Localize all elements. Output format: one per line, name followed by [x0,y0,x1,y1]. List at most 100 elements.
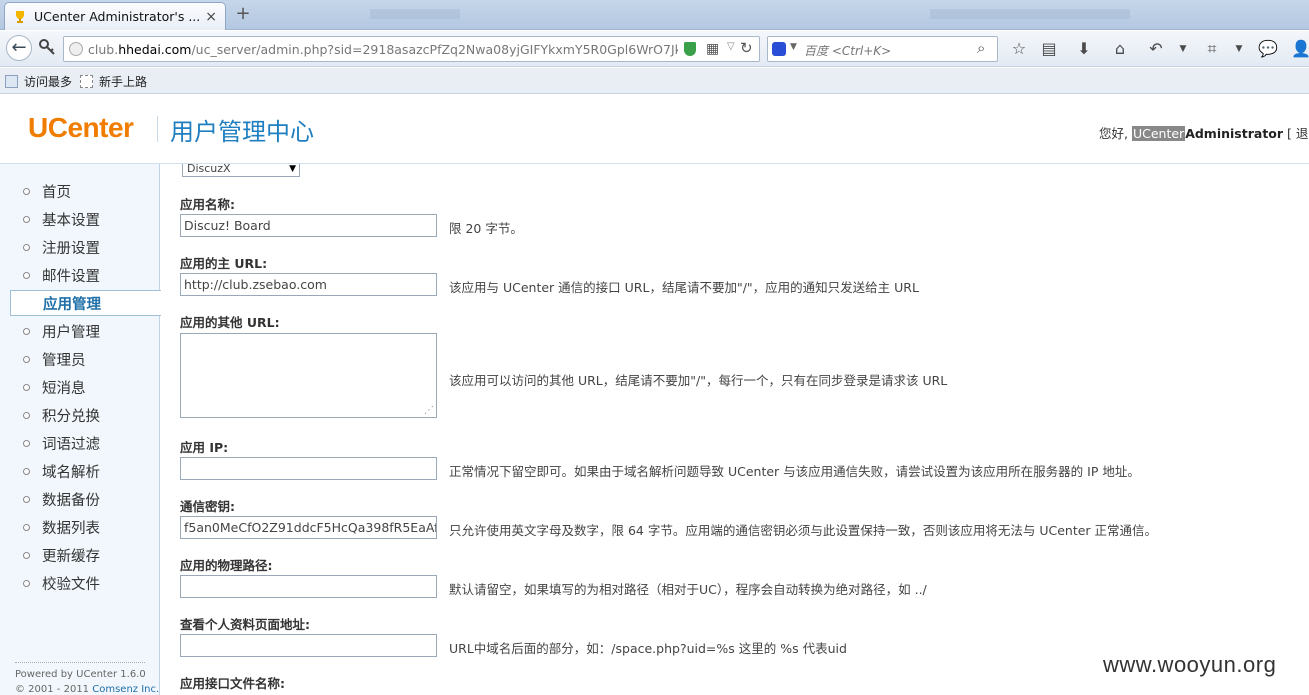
sidebar-item-verify-files[interactable]: 校验文件 [10,570,160,596]
address-bar[interactable]: club.hhedai.com/uc_server/admin.php?sid=… [63,36,760,62]
sidebar-item-data-list[interactable]: 数据列表 [10,514,160,540]
home-icon[interactable]: ⌂ [1109,38,1131,60]
sidebar-item-user-management[interactable]: 用户管理 [10,318,160,344]
trophy-favicon-icon [16,10,24,23]
qr-code-icon[interactable]: ▦ [706,41,719,57]
bullet-icon [23,383,30,391]
comm-key-label: 通信密钥: [180,499,235,514]
download-arrow-icon[interactable]: ⬇ [1073,38,1095,60]
user-highlight: UCenter [1131,126,1186,141]
user-account-icon[interactable]: 👤 [1290,38,1309,60]
profile-url-label: 查看个人资料页面地址: [180,617,310,632]
other-url-textarea[interactable]: ⋰ [180,333,437,418]
sidebar-item-administrators[interactable]: 管理员 [10,346,160,372]
bullet-icon [23,411,30,419]
sidebar-item-credit-exchange[interactable]: 积分兑换 [10,402,160,428]
faded-tab-ghost [370,9,460,19]
api-filename-label: 应用接口文件名称: [180,676,285,691]
physical-path-input[interactable] [180,575,437,598]
bookmarks-list-icon[interactable]: ▤ [1038,38,1060,60]
profile-url-hint: URL中域名后面的部分，如：/space.php?uid=%s 这里的 %s 代… [449,641,847,656]
navigation-toolbar: ← club.hhedai.com/uc_server/admin.php?si… [0,31,1309,67]
bookmark-getting-started[interactable]: 新手上路 [80,73,147,90]
comm-key-input[interactable]: f5an0MeCfO2Z91ddcF5HcQa398fR5EaAf [180,516,437,539]
security-shield-icon [684,42,696,56]
bookmark-folder-icon [5,75,18,88]
bullet-icon [23,439,30,447]
chevron-down-icon: ▼ [289,164,296,174]
main-url-label: 应用的主 URL: [180,256,268,271]
url-text[interactable]: club.hhedai.com/uc_server/admin.php?sid=… [88,42,678,57]
user-name: Administrator [1185,126,1284,141]
bullet-icon [23,523,30,531]
logout-link[interactable]: [ 退出 [1283,126,1309,141]
other-url-label: 应用的其他 URL: [180,315,280,330]
faded-tab-ghost [930,9,1130,19]
profile-url-input[interactable] [180,634,437,657]
app-name-hint: 限 20 字节。 [449,221,523,236]
sidebar-item-mail-settings[interactable]: 邮件设置 [10,262,160,288]
app-ip-label: 应用 IP: [180,440,229,455]
bullet-icon [23,467,30,475]
screenshot-crop-icon[interactable]: ⌗ [1201,38,1223,60]
logo-divider [157,116,158,142]
crop-dropdown-icon[interactable]: ▼ [1228,38,1250,60]
sidebar-item-basic-settings[interactable]: 基本设置 [10,206,160,232]
back-arrow-icon[interactable]: ← [6,35,32,61]
ucenter-logo[interactable]: UCenter [28,112,134,144]
bullet-icon [23,271,30,279]
app-type-select[interactable]: DiscuzX ▼ [182,164,300,177]
bullet-icon [23,327,30,335]
sidebar-item-registration-settings[interactable]: 注册设置 [10,234,160,260]
undo-dropdown-icon[interactable]: ▼ [1172,38,1194,60]
bookmark-most-visited[interactable]: 访问最多 [5,73,72,90]
comm-key-hint: 只允许使用英文字母及数字，限 64 字节。应用端的通信密钥必须与此设置保持一致，… [449,523,1158,538]
sidebar-item-app-management[interactable]: 应用管理 [10,290,161,316]
identity-key-icon[interactable] [36,38,58,60]
reload-icon[interactable]: ↻ [740,39,753,57]
undo-icon[interactable]: ↶ [1145,38,1167,60]
resize-grip-icon[interactable]: ⋰ [424,405,434,416]
tab-ucenter-admin[interactable]: UCenter Administrator's ... × [4,2,226,30]
main-url-input[interactable]: http://club.zsebao.com [180,273,437,296]
powered-by-text: Powered by UCenter 1.6.0 [15,669,146,680]
watermark-text: www.wooyun.org [1103,652,1277,677]
logo-subtitle: 用户管理中心 [170,118,314,146]
sidebar-item-domain-resolution[interactable]: 域名解析 [10,458,160,484]
star-bookmark-icon[interactable]: ☆ [1008,38,1030,60]
app-ip-hint: 正常情况下留空即可。如果由于域名解析问题导致 UCenter 与该应用通信失败，… [449,464,1140,479]
tab-close-icon[interactable]: × [205,9,217,25]
sidebar-item-update-cache[interactable]: 更新缓存 [10,542,160,568]
new-tab-button[interactable]: + [234,4,252,24]
physical-path-label: 应用的物理路径: [180,558,273,573]
bookmark-page-icon [80,75,93,88]
tab-title: UCenter Administrator's ... [34,9,200,24]
bookmarks-bar: 访问最多 新手上路 [0,68,1309,94]
sidebar-item-short-messages[interactable]: 短消息 [10,374,160,400]
user-info: 您好, UCenterAdministrator [ 退出 [1099,123,1309,142]
search-box[interactable]: ▼ 百度 <Ctrl+K> ⌕ [767,36,998,62]
physical-path-hint: 默认请留空，如果填写的为相对路径（相对于UC），程序会自动转换为绝对路径，如 .… [449,582,927,597]
chat-bubble-icon[interactable]: 💬 [1257,38,1279,60]
search-engine-dropdown-icon[interactable]: ▼ [790,42,797,52]
bullet-icon [23,579,30,587]
sidebar-item-data-backup[interactable]: 数据备份 [10,486,160,512]
main-url-hint: 该应用与 UCenter 通信的接口 URL，结尾请不要加"/"，应用的通知只发… [449,280,919,295]
sidebar-footer-divider [15,662,145,663]
app-name-label: 应用名称: [180,197,235,212]
bullet-icon [23,355,30,363]
app-name-input[interactable]: Discuz! Board [180,214,437,237]
sidebar-item-word-filter[interactable]: 词语过滤 [10,430,160,456]
search-input[interactable]: 百度 <Ctrl+K> [804,42,891,59]
history-dropdown-icon[interactable]: ▽ [727,41,735,52]
sidebar-item-home[interactable]: 首页 [10,178,160,204]
comsenz-link[interactable]: Comsenz Inc. [92,684,159,695]
bullet-icon [23,495,30,503]
copyright-text: © 2001 - 2011 Comsenz Inc. [15,684,160,695]
bullet-icon [23,551,30,559]
other-url-hint: 该应用可以访问的其他 URL，结尾请不要加"/"，每行一个，只有在同步登录是请求… [449,373,948,388]
magnifier-icon[interactable]: ⌕ [977,39,985,57]
app-ip-input[interactable] [180,457,437,480]
baidu-paw-icon [772,42,786,56]
bullet-icon [23,187,30,195]
